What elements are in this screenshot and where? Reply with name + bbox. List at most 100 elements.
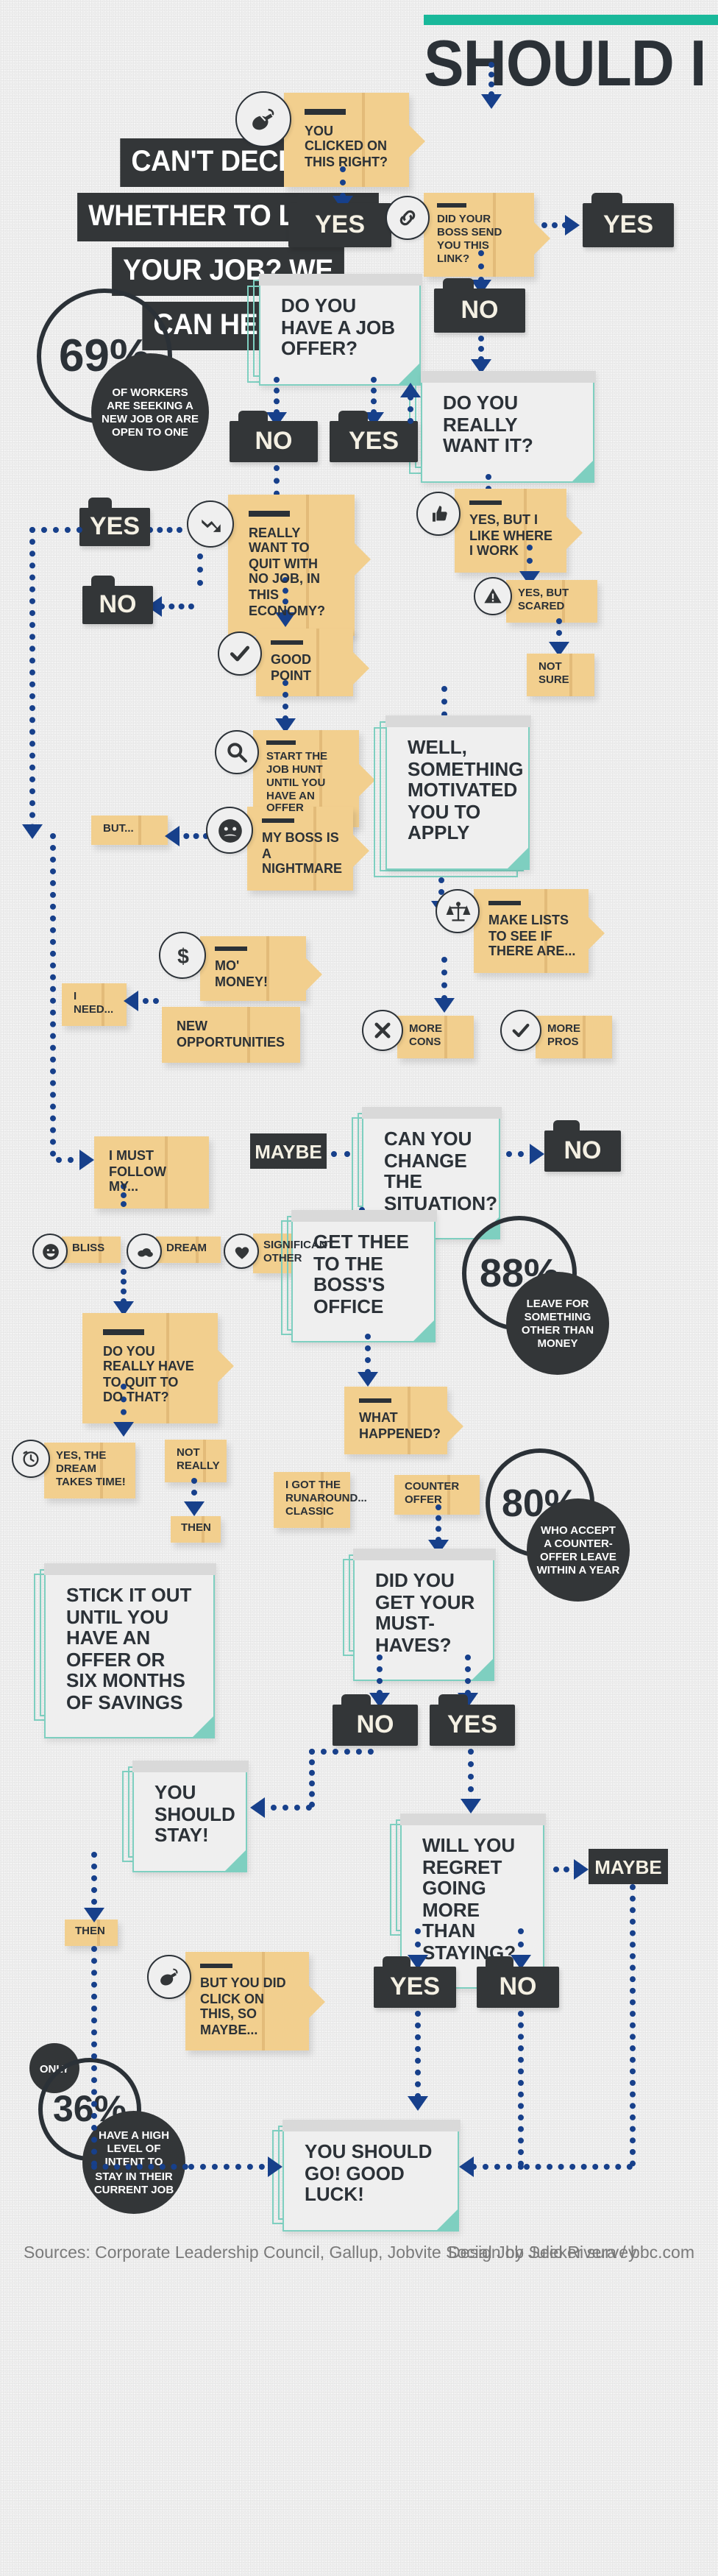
stat-80-caption: WHO ACCEPT A COUNTER-OFFER LEAVE WITHIN … [527,1498,630,1602]
q-motivated: WELL, SOMETHING MOTIVATED YOU TO APPLY [374,715,530,877]
q-boss-office: GET THEE TO THE BOSS'S OFFICE [281,1209,436,1343]
q-text: DO YOU HAVE A JOB OFFER? [281,294,396,360]
arrow-left-icon [250,1797,265,1818]
stat-69-caption: OF WORKERS ARE SEEKING A NEW JOB OR ARE … [91,353,209,471]
note-text: I GOT THE RUNAROUND... CLASSIC [285,1478,367,1518]
folder-label: YES [603,210,654,238]
cloud-icon [127,1234,162,1269]
note-runaround: I GOT THE RUNAROUND... CLASSIC [274,1472,367,1528]
note-text: WHAT HAPPENED? [359,1410,441,1441]
connector [541,222,568,228]
answer-maybe-2[interactable]: MAYBE [589,1849,668,1884]
scales-icon [436,889,480,933]
smile-icon [32,1234,68,1269]
connector [478,336,484,362]
note-but: BUT... [91,815,168,845]
connector [282,680,288,721]
connector [91,1946,97,2167]
answer-no-2[interactable]: NO [230,411,318,462]
connector [309,1749,374,1755]
connector [309,1749,315,1808]
q-text: WELL, SOMETHING MOTIVATED YOU TO APPLY [408,736,524,844]
tag-label: MAYBE [594,1855,662,1878]
answer-no-1[interactable]: NO [434,278,525,333]
connector [468,1749,474,1805]
corner-fold-icon [472,1659,493,1680]
answer-yes-5[interactable]: YES [430,1694,515,1746]
answer-no-6[interactable]: NO [477,1956,559,2008]
answer-maybe-1[interactable]: MAYBE [250,1133,327,1169]
answer-yes-4[interactable]: YES [79,498,150,546]
note-text: YES, THE DREAM TAKES TIME! [56,1448,126,1488]
connector [274,377,280,415]
x-icon [362,1010,403,1051]
q-text: DID YOU GET YOUR MUST-HAVES? [375,1569,475,1656]
folder-label: NO [99,590,137,618]
folder-label: NO [461,296,499,324]
arrow-right-icon [79,1150,94,1170]
folder-label: NO [255,427,293,455]
answer-no-4[interactable]: NO [544,1120,621,1172]
answer-yes-3[interactable]: YES [330,411,418,462]
corner-fold-icon [193,1716,213,1738]
note-text: START THE JOB HUNT UNTIL YOU HAVE AN OFF… [266,749,328,815]
note-more-cons: MORE CONS [397,1016,474,1058]
check-icon [218,631,262,676]
note-text: BUT... [103,821,134,835]
note-good-point: GOOD POINT [256,629,369,697]
note-make-lists: MAKE LISTS TO SEE IF THERE ARE... [474,889,605,973]
q-text: YOU SHOULD STAY! [154,1781,235,1847]
title-rule [424,15,718,25]
answer-no-5[interactable]: NO [333,1694,418,1746]
folder-label: YES [348,427,399,455]
stat-caption-text: HAVE A HIGH LEVEL OF INTENT TO STAY IN T… [93,2129,174,2196]
note-accent-bar [200,1964,232,1968]
corner-fold-icon [437,2209,458,2230]
answer-yes-6[interactable]: YES [374,1956,456,2008]
note-text: SIGNIFICANT OTHER [263,1238,334,1264]
note-text: BLISS [72,1241,105,1254]
stat-88-caption: LEAVE FOR SOMETHING OTHER THAN MONEY [506,1272,609,1375]
connector [121,1269,127,1304]
folder-label: YES [314,210,366,238]
note-more-pros: MORE PROS [536,1016,612,1058]
note-accent-bar [249,511,290,516]
connector [441,957,447,1001]
heart-icon [224,1234,259,1269]
folder-label: NO [564,1136,602,1164]
thumbs-up-icon [416,492,461,536]
arrow-left-icon [165,826,180,846]
note-bliss: BLISS [62,1236,121,1263]
q-stick-it-out: STICK IT OUT UNTIL YOU HAVE AN OFFER OR … [34,1562,216,1739]
note-accent-bar [262,818,294,823]
connector [29,527,35,830]
corner-fold-icon [225,1850,246,1871]
answer-yes-2[interactable]: YES [583,193,674,247]
connector [259,1805,312,1811]
stat-caption-text: LEAVE FOR SOMETHING OTHER THAN MONEY [521,1296,594,1351]
page-title: SHOULD I QUIT? [424,28,718,100]
connector [197,553,203,586]
angry-face-icon [206,807,253,854]
note-follow-my: I MUST FOLLOW MY... [94,1136,209,1209]
connector [465,1655,471,1696]
note-job-hunt: START THE JOB HUNT UNTIL YOU HAVE AN OFF… [253,730,375,828]
arrow-down-icon [408,2096,428,2111]
answer-yes-1[interactable]: YES [288,193,391,247]
note-boss-link: DID YOUR BOSS SEND YOU THIS LINK? [424,193,550,278]
folder-label: YES [89,512,141,540]
note-text: MY BOSS IS A NIGHTMARE [262,830,342,877]
arrow-up-icon [400,383,421,397]
q-text: WILL YOU REGRET GOING MORE THAN STAYING? [422,1834,516,1964]
note-text: GOOD POINT [271,652,312,683]
note-like-work: YES, BUT I LIKE WHERE I WORK [455,489,583,573]
note-not-sure: NOT SURE [527,654,594,696]
connector [436,1504,441,1543]
connector [91,2164,188,2170]
connector [365,1334,371,1375]
arrow-right-icon [530,1144,544,1164]
note-text: REALLY WANT TO QUIT WITH NO JOB, IN THIS… [249,525,326,618]
note-text: MO' MONEY! [215,958,268,989]
answer-no-3[interactable]: NO [82,576,153,624]
clock-icon [12,1440,50,1478]
